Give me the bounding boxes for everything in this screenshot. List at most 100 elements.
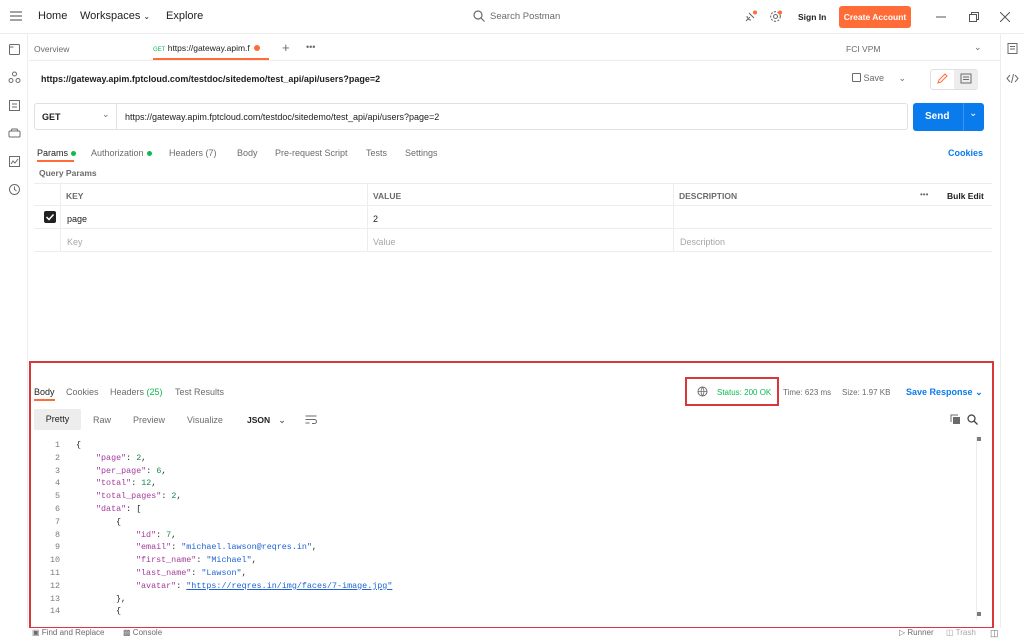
scrollbar-down-icon[interactable] bbox=[977, 612, 981, 616]
tab-url: https://gateway.apim.f bbox=[167, 43, 250, 53]
environment-select[interactable]: FCI VPM bbox=[846, 44, 880, 54]
tab-headers[interactable]: Headers (7) bbox=[169, 148, 217, 158]
chevron-down-icon: ⌄ bbox=[143, 12, 151, 21]
line-number: 2 bbox=[54, 452, 60, 463]
monitors-icon[interactable] bbox=[8, 155, 21, 168]
save-response-label: Save Response bbox=[906, 387, 973, 397]
environments-icon[interactable] bbox=[8, 99, 21, 112]
find-replace-button[interactable]: ▣ Find and Replace bbox=[32, 628, 105, 637]
history-icon[interactable] bbox=[8, 183, 21, 196]
console-button[interactable]: ▩ Console bbox=[123, 628, 162, 637]
table-row bbox=[34, 229, 992, 252]
more-options-icon[interactable]: ••• bbox=[920, 190, 928, 199]
search-icon[interactable] bbox=[473, 10, 485, 22]
params-table bbox=[34, 183, 992, 253]
layout-icon[interactable]: ◫ bbox=[990, 628, 999, 639]
request-title[interactable]: https://gateway.apim.fptcloud.com/testdo… bbox=[41, 74, 380, 84]
key-placeholder[interactable]: Key bbox=[67, 237, 83, 247]
tab-prerequest-script[interactable]: Pre-request Script bbox=[275, 148, 348, 158]
edit-toggle[interactable] bbox=[930, 69, 978, 90]
menu-icon[interactable] bbox=[10, 11, 22, 21]
scrollbar-up-icon[interactable] bbox=[977, 437, 981, 441]
code-token: "id" bbox=[136, 529, 157, 540]
checkbox-checked-icon[interactable] bbox=[44, 211, 56, 223]
save-button[interactable]: Save ⌄ bbox=[852, 73, 906, 84]
view-visualize-button[interactable]: Visualize bbox=[187, 415, 223, 425]
description-placeholder[interactable]: Description bbox=[680, 237, 725, 247]
code-line: "last_name": "Lawson", bbox=[136, 568, 247, 578]
environment-label: FCI VPM bbox=[846, 44, 881, 54]
gear-icon[interactable] bbox=[769, 10, 782, 23]
response-size[interactable]: Size: 1.97 KB bbox=[842, 388, 890, 397]
nav-workspaces[interactable]: Workspaces ⌄ bbox=[80, 10, 150, 22]
restore-icon[interactable] bbox=[969, 12, 979, 22]
apis-icon[interactable] bbox=[8, 71, 21, 84]
code-token: "Lawson" bbox=[201, 568, 242, 578]
sign-in-button[interactable]: Sign In bbox=[798, 12, 826, 22]
satellite-icon[interactable] bbox=[744, 10, 757, 23]
close-icon[interactable] bbox=[1000, 12, 1010, 22]
param-value[interactable]: 2 bbox=[373, 214, 378, 224]
tab-overview[interactable]: Overview bbox=[34, 44, 69, 54]
response-tab-test-results[interactable]: Test Results bbox=[175, 387, 224, 397]
headers-label: Headers bbox=[169, 148, 204, 158]
copy-icon[interactable] bbox=[950, 414, 961, 425]
url-input[interactable]: https://gateway.apim.fptcloud.com/testdo… bbox=[125, 112, 439, 122]
cookies-link[interactable]: Cookies bbox=[948, 148, 983, 158]
pencil-icon[interactable] bbox=[935, 73, 949, 86]
tab-authorization[interactable]: Authorization bbox=[91, 148, 152, 158]
code-line: "total": 12, bbox=[96, 478, 156, 488]
response-tab-headers[interactable]: Headers (25) bbox=[110, 387, 163, 397]
search-input[interactable]: Search Postman bbox=[490, 11, 560, 22]
tab-params[interactable]: Params bbox=[37, 148, 77, 158]
mock-servers-icon[interactable] bbox=[8, 127, 21, 140]
chevron-down-icon[interactable]: ⌄ bbox=[969, 108, 977, 119]
code-token[interactable]: "https://reqres.in/img/faces/7-image.jpg… bbox=[186, 581, 392, 591]
chevron-down-icon[interactable]: ⌄ bbox=[974, 42, 982, 53]
response-time[interactable]: Time: 623 ms bbox=[783, 388, 831, 397]
save-response-button[interactable]: Save Response ⌄ bbox=[906, 387, 983, 398]
code-icon[interactable] bbox=[1006, 72, 1019, 85]
tab-settings[interactable]: Settings bbox=[405, 148, 438, 158]
tab-tests[interactable]: Tests bbox=[366, 148, 387, 158]
tab-active-request[interactable]: GET https://gateway.apim.f bbox=[153, 43, 261, 53]
bulk-edit-button[interactable]: Bulk Edit bbox=[947, 191, 984, 201]
view-raw-button[interactable]: Raw bbox=[93, 415, 111, 425]
globe-icon[interactable] bbox=[697, 386, 708, 397]
code-token: "total" bbox=[96, 478, 132, 489]
save-label: Save bbox=[863, 73, 885, 83]
runner-button[interactable]: ▷ Runner bbox=[899, 628, 934, 637]
create-account-button[interactable]: Create Account bbox=[839, 6, 911, 28]
nav-home[interactable]: Home bbox=[38, 10, 67, 22]
method-select[interactable]: GET ⌄ bbox=[35, 104, 117, 129]
response-tab-cookies[interactable]: Cookies bbox=[66, 387, 99, 397]
trash-button[interactable]: ◫ Trash bbox=[946, 628, 976, 637]
response-tab-body[interactable]: Body bbox=[34, 387, 55, 397]
more-tabs-icon[interactable]: ••• bbox=[306, 42, 315, 52]
chevron-down-icon: ⌄ bbox=[898, 73, 907, 83]
send-divider bbox=[963, 103, 964, 131]
headers-count: (7) bbox=[205, 148, 217, 158]
minimize-icon[interactable] bbox=[936, 12, 946, 22]
nav-explore[interactable]: Explore bbox=[166, 10, 203, 22]
code-token: }, bbox=[116, 593, 127, 604]
wrap-lines-icon[interactable] bbox=[305, 414, 317, 425]
format-select[interactable]: JSON ⌄ bbox=[247, 415, 286, 426]
param-key[interactable]: page bbox=[67, 214, 87, 224]
tab-body[interactable]: Body bbox=[237, 148, 258, 158]
query-params-title: Query Params bbox=[39, 168, 97, 178]
scrollbar-track[interactable] bbox=[976, 436, 982, 620]
value-placeholder[interactable]: Value bbox=[373, 237, 395, 247]
collections-icon[interactable] bbox=[8, 43, 21, 56]
view-pretty-button[interactable]: Pretty bbox=[34, 409, 81, 430]
new-tab-plus-icon[interactable]: + bbox=[282, 40, 290, 55]
response-body-code[interactable]: 1 {2 "page": 2, 3 "per_page": 6, 4 "total": 12… bbox=[44, 440, 984, 620]
response-status[interactable]: Status: 200 OK bbox=[717, 388, 771, 397]
code-token: , bbox=[251, 555, 257, 566]
documentation-icon[interactable] bbox=[1006, 42, 1019, 55]
code-token: "data" bbox=[96, 504, 127, 514]
search-icon[interactable] bbox=[967, 414, 978, 425]
view-preview-button[interactable]: Preview bbox=[133, 415, 165, 425]
tab-bar: Overview GET https://gateway.apim.f + ••… bbox=[29, 35, 1000, 61]
send-button[interactable]: Send ⌄ bbox=[913, 103, 984, 131]
